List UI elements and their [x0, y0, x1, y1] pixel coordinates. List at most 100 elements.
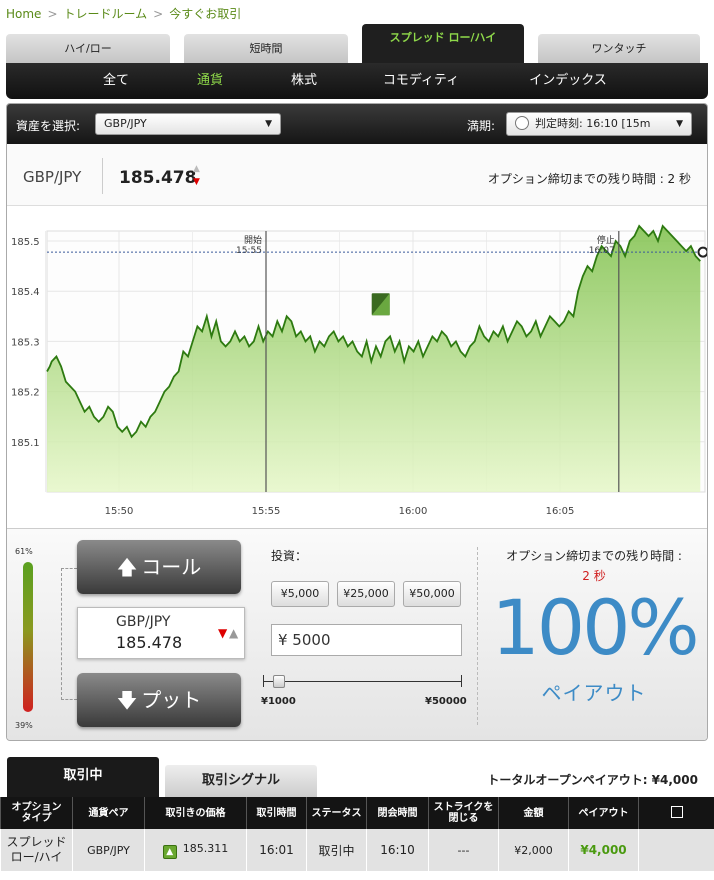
col-amount: 金額	[498, 797, 569, 829]
call-button[interactable]: 🡅 コール	[77, 540, 241, 594]
col-trade-price: 取引きの価格	[144, 797, 247, 829]
put-button[interactable]: 🡇 プット	[77, 673, 241, 727]
slider-tick	[263, 675, 264, 687]
open-trades-table: オプション タイプ 通貨ペア 取引きの価格 取引時間 ステータス 閉会時間 スト…	[0, 797, 714, 871]
payout-remaining-seconds: 2 秒	[582, 569, 606, 583]
option-type-tabs: ハイ/ロー 短時間 スプレッド ロー/ハイ ワンタッチ	[6, 24, 708, 64]
tab-trade-signals[interactable]: 取引シグナル	[165, 765, 317, 797]
payout-label: ペイアウト	[541, 681, 647, 705]
breadcrumb-current: 今すぐお取引	[169, 7, 242, 21]
breadcrumb-home[interactable]: Home	[6, 7, 41, 21]
breadcrumb-separator-icon: >	[47, 7, 58, 21]
expiry-select[interactable]: 判定時刻: 16:10 [15m ▼	[506, 112, 692, 136]
tab-high-low[interactable]: ハイ/ロー	[6, 34, 170, 64]
category-commodity[interactable]: コモディティ	[366, 63, 476, 99]
divider	[477, 547, 478, 725]
triangle-down-icon: ▼	[218, 626, 228, 640]
tab-spread-low-high[interactable]: スプレッド ロー/ハイ	[362, 24, 524, 64]
col-pair: 通貨ペア	[72, 797, 145, 829]
amount-slider-handle[interactable]	[272, 675, 285, 688]
arrow-up-icon: 🡅	[116, 555, 138, 579]
cell-status: 取引中	[306, 829, 367, 871]
asset-select[interactable]: GBP/JPY ▼	[95, 113, 281, 135]
total-open-payout: トータルオープンペイアウト: ¥4,000	[487, 773, 698, 787]
time-remaining: オプション締切までの残り時間 : 2 秒	[487, 172, 691, 186]
asset-select-value: GBP/JPY	[104, 117, 147, 130]
payout-remaining-label: オプション締切までの残り時間 :	[506, 549, 682, 563]
table-row: スプレッド ロー/ハイ GBP/JPY ▲ 185.311 16:01 取引中 1…	[0, 829, 714, 871]
caret-down-icon: ▼	[676, 119, 683, 129]
slider-min-label: ¥1000	[261, 696, 296, 707]
cell-trade-price: ▲ 185.311	[144, 829, 247, 871]
tab-short-term[interactable]: 短時間	[184, 34, 348, 64]
tab-one-touch[interactable]: ワンタッチ	[538, 34, 700, 64]
cell-option-type: スプレッド ロー/ハイ	[0, 829, 73, 871]
expiry-value: 判定時刻: 16:10 [15m	[535, 117, 651, 130]
col-option-type: オプション タイプ	[0, 797, 73, 829]
slider-tick	[461, 675, 462, 687]
bracket-line	[61, 568, 77, 700]
category-index[interactable]: インデックス	[508, 63, 628, 99]
arrow-up-icon: ▲	[193, 164, 200, 174]
y-tick-label: 185.1	[11, 438, 40, 449]
asset-select-label: 資産を選択:	[16, 119, 81, 133]
category-bar: 全て 通貨 株式 コモディティ インデックス	[6, 63, 708, 99]
breadcrumb-trade-room[interactable]: トレードルーム	[64, 7, 148, 21]
expiry-label: 満期:	[467, 119, 496, 133]
arrow-down-icon: 🡇	[116, 688, 138, 712]
x-tick-label: 16:05	[546, 506, 575, 517]
info-pair: GBP/JPY	[23, 168, 82, 186]
breadcrumb: Home > トレードルーム > 今すぐお取引	[6, 5, 241, 23]
investment-label: 投資：	[271, 549, 308, 563]
trade-controls: 61% 39% 🡅 コール GBP/JPY 185.478 ▼ ▲ 🡇 プット 投資…	[7, 528, 707, 740]
sentiment-meter	[23, 562, 33, 712]
category-all[interactable]: 全て	[76, 63, 156, 99]
col-status: ステータス	[306, 797, 367, 829]
clock-icon	[515, 116, 529, 130]
x-tick-label: 15:55	[252, 506, 281, 517]
time-marker-time: 15:55	[236, 246, 262, 256]
col-payout: ペイアウト	[568, 797, 639, 829]
col-close-strike: ストライクを 閉じる	[428, 797, 499, 829]
call-button-label: コール	[141, 555, 202, 579]
cell-payout: ¥4,000	[568, 829, 639, 871]
slider-max-label: ¥50000	[425, 696, 467, 707]
amount-input[interactable]: ¥ 5000	[271, 624, 462, 656]
col-trade-time: 取引時間	[246, 797, 307, 829]
time-marker-time: 16:07	[589, 246, 615, 256]
cell-trade-time: 16:01	[246, 829, 307, 871]
cell-close-strike: ---	[428, 829, 499, 871]
col-popout[interactable]	[638, 797, 714, 829]
x-tick-label: 16:00	[399, 506, 428, 517]
price-box-price: 185.478	[116, 633, 183, 652]
y-tick-label: 185.3	[11, 337, 40, 348]
divider	[102, 158, 103, 194]
cell-amount: ¥2,000	[498, 829, 569, 871]
y-tick-label: 185.4	[11, 287, 40, 298]
arrow-down-icon: ▼	[193, 177, 200, 187]
popout-icon[interactable]	[670, 805, 683, 818]
amount-50000-button[interactable]: ¥50,000	[403, 581, 461, 607]
y-tick-label: 185.5	[11, 237, 40, 248]
breadcrumb-separator-icon: >	[153, 7, 164, 21]
y-tick-label: 185.2	[11, 388, 40, 399]
time-marker-label: 停止	[597, 234, 615, 246]
tab-open-trades[interactable]: 取引中	[7, 757, 159, 797]
col-option-type-label: オプション タイプ	[11, 802, 62, 824]
col-close-strike-label: ストライクを 閉じる	[433, 802, 494, 824]
meter-bottom-percent: 39%	[15, 721, 33, 730]
col-close-time: 閉会時間	[366, 797, 429, 829]
category-currency[interactable]: 通貨	[170, 63, 250, 99]
amount-25000-button[interactable]: ¥25,000	[337, 581, 395, 607]
amount-5000-button[interactable]: ¥5,000	[271, 581, 329, 607]
trading-panel: 資産を選択: GBP/JPY ▼ 満期: 判定時刻: 16:10 [15m ▼ …	[6, 103, 708, 741]
cell-trade-price-text: 185.311	[182, 841, 229, 855]
price-chart-svg: 15:50 15:55 16:00 16:05 185.5 185.4 185.3 185.2…	[11, 224, 707, 517]
current-price-box: GBP/JPY 185.478 ▼ ▲	[77, 607, 245, 659]
category-stocks[interactable]: 株式	[264, 63, 344, 99]
table-header-row: オプション タイプ 通貨ペア 取引きの価格 取引時間 ステータス 閉会時間 スト…	[0, 797, 714, 829]
triangle-up-icon: ▲	[229, 626, 239, 640]
current-price-dot	[697, 246, 707, 258]
payout-percent: 100%	[491, 583, 699, 672]
amount-slider-track[interactable]	[263, 681, 461, 682]
